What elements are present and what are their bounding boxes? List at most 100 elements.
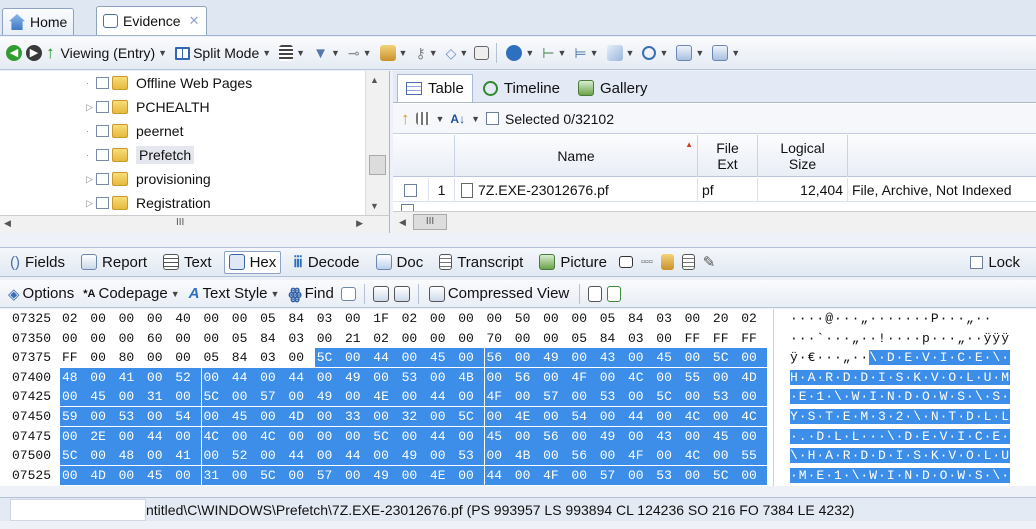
lock-checkbox[interactable]: Lock bbox=[966, 252, 1024, 273]
hex-byte[interactable]: 00 bbox=[144, 367, 174, 387]
hex-byte[interactable]: 54 bbox=[569, 407, 598, 426]
hex-byte[interactable]: 4F bbox=[541, 465, 570, 485]
hex-byte[interactable]: 00 bbox=[144, 407, 174, 426]
scroll-left-icon[interactable]: ◀ bbox=[4, 218, 11, 229]
find-button[interactable]: ꙮ Find bbox=[286, 285, 335, 303]
hex-byte[interactable]: 5C bbox=[60, 446, 89, 466]
hex-byte[interactable]: 5C bbox=[456, 407, 485, 426]
notes-icon[interactable] bbox=[681, 254, 695, 270]
hex-byte[interactable]: 5C bbox=[654, 387, 683, 407]
hex-byte[interactable]: 00 bbox=[343, 348, 372, 368]
list-view-button[interactable]: ▼ bbox=[277, 45, 307, 61]
tab-gallery[interactable]: Gallery bbox=[570, 74, 656, 102]
row-checkbox[interactable] bbox=[401, 204, 414, 211]
hex-byte[interactable]: 00 bbox=[286, 465, 315, 485]
hex-byte[interactable]: 00 bbox=[88, 446, 117, 466]
hex-byte[interactable]: 00 bbox=[173, 387, 202, 407]
hex-byte[interactable]: 00 bbox=[456, 329, 484, 348]
hex-byte[interactable]: 44 bbox=[626, 407, 655, 426]
hex-byte[interactable]: 00 bbox=[541, 309, 569, 328]
hex-byte[interactable]: FF bbox=[711, 329, 739, 348]
hex-byte[interactable]: 56 bbox=[569, 446, 598, 466]
hex-byte[interactable]: 00 bbox=[710, 367, 740, 387]
tree-item-offline-web-pages[interactable]: · Offline Web Pages bbox=[86, 71, 252, 95]
hex-byte[interactable]: 57 bbox=[314, 465, 343, 485]
fields-button[interactable]: ⊨ ▼ bbox=[572, 45, 600, 62]
tab-report[interactable]: Report bbox=[77, 252, 151, 273]
hex-byte[interactable]: 41 bbox=[173, 446, 202, 466]
hex-byte[interactable]: 00 bbox=[399, 465, 428, 485]
forward-icon[interactable]: ▶ bbox=[26, 45, 42, 61]
hex-byte[interactable]: 44 bbox=[286, 446, 315, 466]
hex-byte[interactable]: FF bbox=[60, 348, 88, 367]
hex-byte[interactable]: 48 bbox=[60, 367, 89, 387]
filter-button[interactable]: ▼ ▼ bbox=[311, 45, 342, 62]
hex-byte[interactable]: 00 bbox=[315, 329, 343, 348]
hex-byte[interactable]: 00 bbox=[597, 446, 626, 466]
hex-byte[interactable]: 45 bbox=[427, 348, 457, 368]
hex-byte[interactable]: 00 bbox=[513, 329, 541, 348]
hex-byte[interactable]: 4E bbox=[371, 387, 400, 407]
hex-byte[interactable]: 84 bbox=[258, 329, 286, 348]
hex-byte[interactable]: 00 bbox=[512, 348, 542, 368]
hex-byte[interactable]: 00 bbox=[286, 387, 315, 407]
lock-icon[interactable] bbox=[660, 254, 674, 270]
hex-byte[interactable]: 44 bbox=[427, 387, 457, 407]
hex-byte[interactable]: 2E bbox=[88, 426, 117, 446]
search-button[interactable]: ▼ bbox=[640, 46, 670, 60]
hex-row[interactable]: 07375 FF 00 80 00 00 05 84 03 00 5C 00 44 00 45 00 56 00 4… bbox=[0, 348, 1036, 368]
hex-byte[interactable]: 00 bbox=[569, 465, 598, 485]
hex-byte[interactable]: 00 bbox=[597, 407, 626, 426]
scrollbar-grip[interactable]: III bbox=[176, 217, 184, 228]
goto-icon[interactable] bbox=[372, 285, 389, 302]
hex-byte[interactable]: 50 bbox=[513, 309, 541, 328]
hex-byte[interactable]: 52 bbox=[173, 367, 202, 387]
hex-byte[interactable]: 00 bbox=[229, 426, 259, 446]
hex-byte[interactable]: 49 bbox=[541, 348, 570, 368]
tag-button[interactable]: ⊸ ▼ bbox=[346, 45, 374, 62]
hex-byte[interactable]: 00 bbox=[484, 367, 513, 387]
hex-byte[interactable]: 31 bbox=[144, 387, 174, 407]
expand-icon[interactable]: ▷ bbox=[86, 102, 96, 113]
hex-byte[interactable]: 44 bbox=[484, 465, 513, 485]
hex-byte[interactable]: 00 bbox=[145, 309, 173, 328]
hex-byte[interactable]: 5C bbox=[258, 465, 287, 485]
table-row-partial[interactable] bbox=[393, 203, 1036, 211]
tree-checkbox[interactable] bbox=[96, 101, 109, 113]
text-style-dropdown[interactable]: A Text Style ▼ bbox=[187, 285, 282, 302]
hex-byte[interactable]: 49 bbox=[371, 465, 400, 485]
hex-byte[interactable]: 00 bbox=[371, 367, 400, 387]
hex-byte[interactable]: 02 bbox=[60, 309, 88, 328]
hex-byte[interactable]: 00 bbox=[314, 426, 343, 446]
hex-byte[interactable]: 00 bbox=[60, 465, 89, 485]
hex-byte[interactable]: 55 bbox=[739, 446, 768, 466]
hex-byte[interactable]: 56 bbox=[512, 367, 542, 387]
hex-byte[interactable]: 48 bbox=[116, 446, 145, 466]
hex-byte[interactable]: 05 bbox=[569, 329, 597, 348]
hex-byte[interactable]: 00 bbox=[484, 446, 513, 466]
row-name-cell[interactable]: 7Z.EXE-23012676.pf bbox=[455, 178, 698, 202]
scroll-right-icon[interactable]: ▶ bbox=[356, 218, 363, 229]
hex-byte[interactable]: 57 bbox=[597, 465, 626, 485]
hex-byte[interactable]: 00 bbox=[484, 407, 513, 426]
hex-byte[interactable]: 45 bbox=[484, 426, 513, 446]
hex-byte[interactable]: FF bbox=[739, 329, 767, 348]
hex-byte[interactable]: 00 bbox=[202, 309, 230, 328]
hex-byte[interactable]: 00 bbox=[117, 309, 145, 328]
info-button[interactable]: ▼ bbox=[504, 45, 536, 61]
hex-byte[interactable]: 4E bbox=[427, 465, 457, 485]
hex-byte[interactable]: 00 bbox=[682, 387, 711, 407]
tree-item-provisioning[interactable]: ▷ provisioning bbox=[86, 167, 211, 191]
hex-byte[interactable]: 00 bbox=[145, 348, 173, 367]
tab-picture[interactable]: Picture bbox=[535, 252, 611, 273]
hex-byte[interactable]: 5C bbox=[710, 465, 740, 485]
hex-byte[interactable]: 59 bbox=[60, 407, 89, 426]
hex-byte[interactable]: 00 bbox=[569, 426, 598, 446]
hex-byte[interactable]: 00 bbox=[399, 348, 428, 368]
hex-byte[interactable]: 45 bbox=[88, 387, 117, 407]
key-button[interactable]: ⚷ ▼ bbox=[413, 45, 439, 62]
hex-byte[interactable]: 4C bbox=[682, 446, 711, 466]
hex-byte[interactable]: 4C bbox=[682, 407, 711, 426]
codepage-dropdown[interactable]: *A Codepage ▼ bbox=[81, 285, 181, 302]
hex-byte[interactable]: 00 bbox=[230, 309, 258, 328]
